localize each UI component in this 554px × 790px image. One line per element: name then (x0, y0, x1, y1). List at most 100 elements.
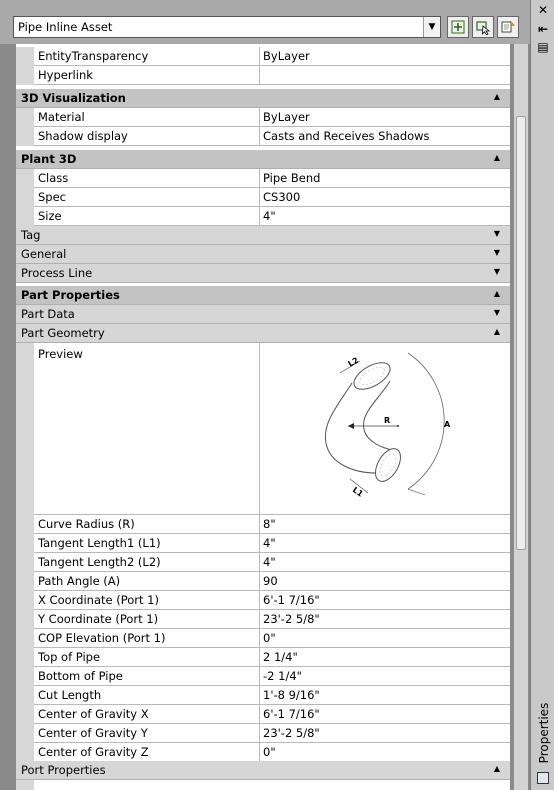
category-label: Plant 3D (21, 152, 77, 166)
row-value[interactable]: 6'-1 7/16" (259, 705, 510, 723)
expand-icon[interactable]: ▼ (494, 308, 500, 317)
category-part-geometry[interactable]: Part Geometry ▲ (16, 324, 510, 343)
row-label: COP Elevation (Port 1) (38, 631, 166, 645)
row-shadow-display[interactable]: Shadow display Casts and Receives Shadows (16, 127, 510, 146)
row-gutter (16, 705, 34, 724)
row-gutter (16, 629, 34, 648)
row-gutter (16, 534, 34, 553)
row-value[interactable]: Pipe Bend (259, 169, 510, 187)
row-value[interactable]: ByLayer (259, 108, 510, 126)
row-gutter (16, 343, 34, 515)
row-center-of-gravity-x[interactable]: Center of Gravity X 6'-1 7/16" (16, 705, 510, 724)
row-gutter (16, 169, 34, 188)
row-spec[interactable]: Spec CS300 (16, 188, 510, 207)
row-path-angle[interactable]: Path Angle (A) 90 (16, 572, 510, 591)
row-value[interactable]: 4" (259, 207, 510, 225)
expand-icon[interactable]: ▼ (494, 229, 500, 238)
grid-remainder (16, 780, 510, 790)
row-gutter (16, 66, 34, 85)
vertical-scrollbar[interactable] (514, 44, 528, 790)
row-tangent-length2[interactable]: Tangent Length2 (L2) 4" (16, 553, 510, 572)
row-value[interactable]: 6'-1 7/16" (259, 591, 510, 609)
row-center-of-gravity-y[interactable]: Center of Gravity Y 23'-2 5/8" (16, 724, 510, 743)
auto-hide-icon[interactable]: ⇤ (535, 22, 551, 36)
row-gutter (16, 515, 34, 534)
row-value[interactable]: Casts and Receives Shadows (259, 127, 510, 145)
category-process-line[interactable]: Process Line ▼ (16, 264, 510, 283)
category-part-properties[interactable]: Part Properties ▲ (16, 286, 510, 305)
palette-settings-icon[interactable] (537, 772, 549, 784)
row-value[interactable]: 23'-2 5/8" (259, 610, 510, 628)
quick-select-button[interactable] (497, 16, 519, 38)
row-label: Bottom of Pipe (38, 669, 123, 683)
row-x-coordinate[interactable]: X Coordinate (Port 1) 6'-1 7/16" (16, 591, 510, 610)
category-label: 3D Visualization (21, 91, 126, 105)
row-cut-length[interactable]: Cut Length 1'-8 9/16" (16, 686, 510, 705)
row-value[interactable]: 23'-2 5/8" (259, 724, 510, 742)
row-label: Center of Gravity X (38, 707, 149, 721)
toggle-pickadd-button[interactable] (447, 16, 469, 38)
collapse-icon[interactable]: ▲ (494, 289, 500, 298)
row-value[interactable]: 4" (259, 534, 510, 552)
expand-icon[interactable]: ▼ (494, 248, 500, 257)
row-value[interactable]: CS300 (259, 188, 510, 206)
close-icon[interactable]: ✕ (535, 3, 551, 17)
row-material[interactable]: Material ByLayer (16, 108, 510, 127)
row-center-of-gravity-z[interactable]: Center of Gravity Z 0" (16, 743, 510, 762)
category-label: Port Properties (21, 763, 106, 777)
row-value[interactable]: 0" (259, 743, 510, 761)
row-top-of-pipe[interactable]: Top of Pipe 2 1/4" (16, 648, 510, 667)
category-port-properties[interactable]: Port Properties ▲ (16, 761, 510, 780)
row-label: Tangent Length2 (L2) (38, 555, 161, 569)
row-gutter (16, 47, 34, 66)
collapse-icon[interactable]: ▲ (494, 153, 500, 162)
row-value[interactable]: 4" (259, 553, 510, 571)
category-label: Part Geometry (21, 326, 105, 340)
row-value[interactable]: 90 (259, 572, 510, 590)
object-type-value: Pipe Inline Asset (18, 20, 113, 34)
row-gutter (16, 188, 34, 207)
collapse-icon[interactable]: ▲ (494, 327, 500, 336)
row-cop-elevation[interactable]: COP Elevation (Port 1) 0" (16, 629, 510, 648)
category-label: Part Properties (21, 288, 120, 302)
row-tangent-length1[interactable]: Tangent Length1 (L1) 4" (16, 534, 510, 553)
row-value[interactable]: 2 1/4" (259, 648, 510, 666)
properties-palette: Pipe Inline Asset ▼ EntityTransparency By… (0, 0, 530, 790)
row-entity-transparency[interactable]: EntityTransparency ByLayer (16, 47, 510, 66)
row-class[interactable]: Class Pipe Bend (16, 169, 510, 188)
row-size[interactable]: Size 4" (16, 207, 510, 226)
row-gutter (16, 207, 34, 226)
row-label: Center of Gravity Z (38, 745, 149, 759)
row-hyperlink[interactable]: Hyperlink (16, 66, 510, 85)
category-3d-visualization[interactable]: 3D Visualization ▲ (16, 89, 510, 108)
row-value[interactable]: ByLayer (259, 47, 510, 65)
category-part-data[interactable]: Part Data ▼ (16, 305, 510, 324)
row-value[interactable]: 8" (259, 515, 510, 533)
row-gutter (16, 108, 34, 127)
object-type-dropdown[interactable]: Pipe Inline Asset ▼ (13, 16, 441, 38)
category-label: Process Line (21, 266, 93, 280)
row-gutter (16, 553, 34, 572)
row-label: X Coordinate (Port 1) (38, 593, 159, 607)
row-value[interactable]: -2 1/4" (259, 667, 510, 685)
properties-menu-icon[interactable]: ▤ (535, 40, 551, 54)
collapse-icon[interactable]: ▲ (494, 764, 500, 773)
expand-icon[interactable]: ▼ (494, 267, 500, 276)
select-objects-button[interactable] (472, 16, 494, 38)
preview-label-l2: L2 (347, 356, 361, 369)
row-preview: Preview L2 L1 R A (16, 343, 510, 515)
row-bottom-of-pipe[interactable]: Bottom of Pipe -2 1/4" (16, 667, 510, 686)
row-curve-radius[interactable]: Curve Radius (R) 8" (16, 515, 510, 534)
category-general[interactable]: General ▼ (16, 245, 510, 264)
category-tag[interactable]: Tag ▼ (16, 226, 510, 245)
row-y-coordinate[interactable]: Y Coordinate (Port 1) 23'-2 5/8" (16, 610, 510, 629)
row-value[interactable]: 1'-8 9/16" (259, 686, 510, 704)
row-gutter (16, 686, 34, 705)
scrollbar-thumb[interactable] (516, 116, 526, 550)
collapse-icon[interactable]: ▲ (494, 92, 500, 101)
row-value[interactable] (259, 66, 510, 84)
category-plant-3d[interactable]: Plant 3D ▲ (16, 150, 510, 169)
category-label: Tag (21, 228, 41, 242)
row-value[interactable]: 0" (259, 629, 510, 647)
chevron-down-icon[interactable]: ▼ (423, 17, 440, 37)
